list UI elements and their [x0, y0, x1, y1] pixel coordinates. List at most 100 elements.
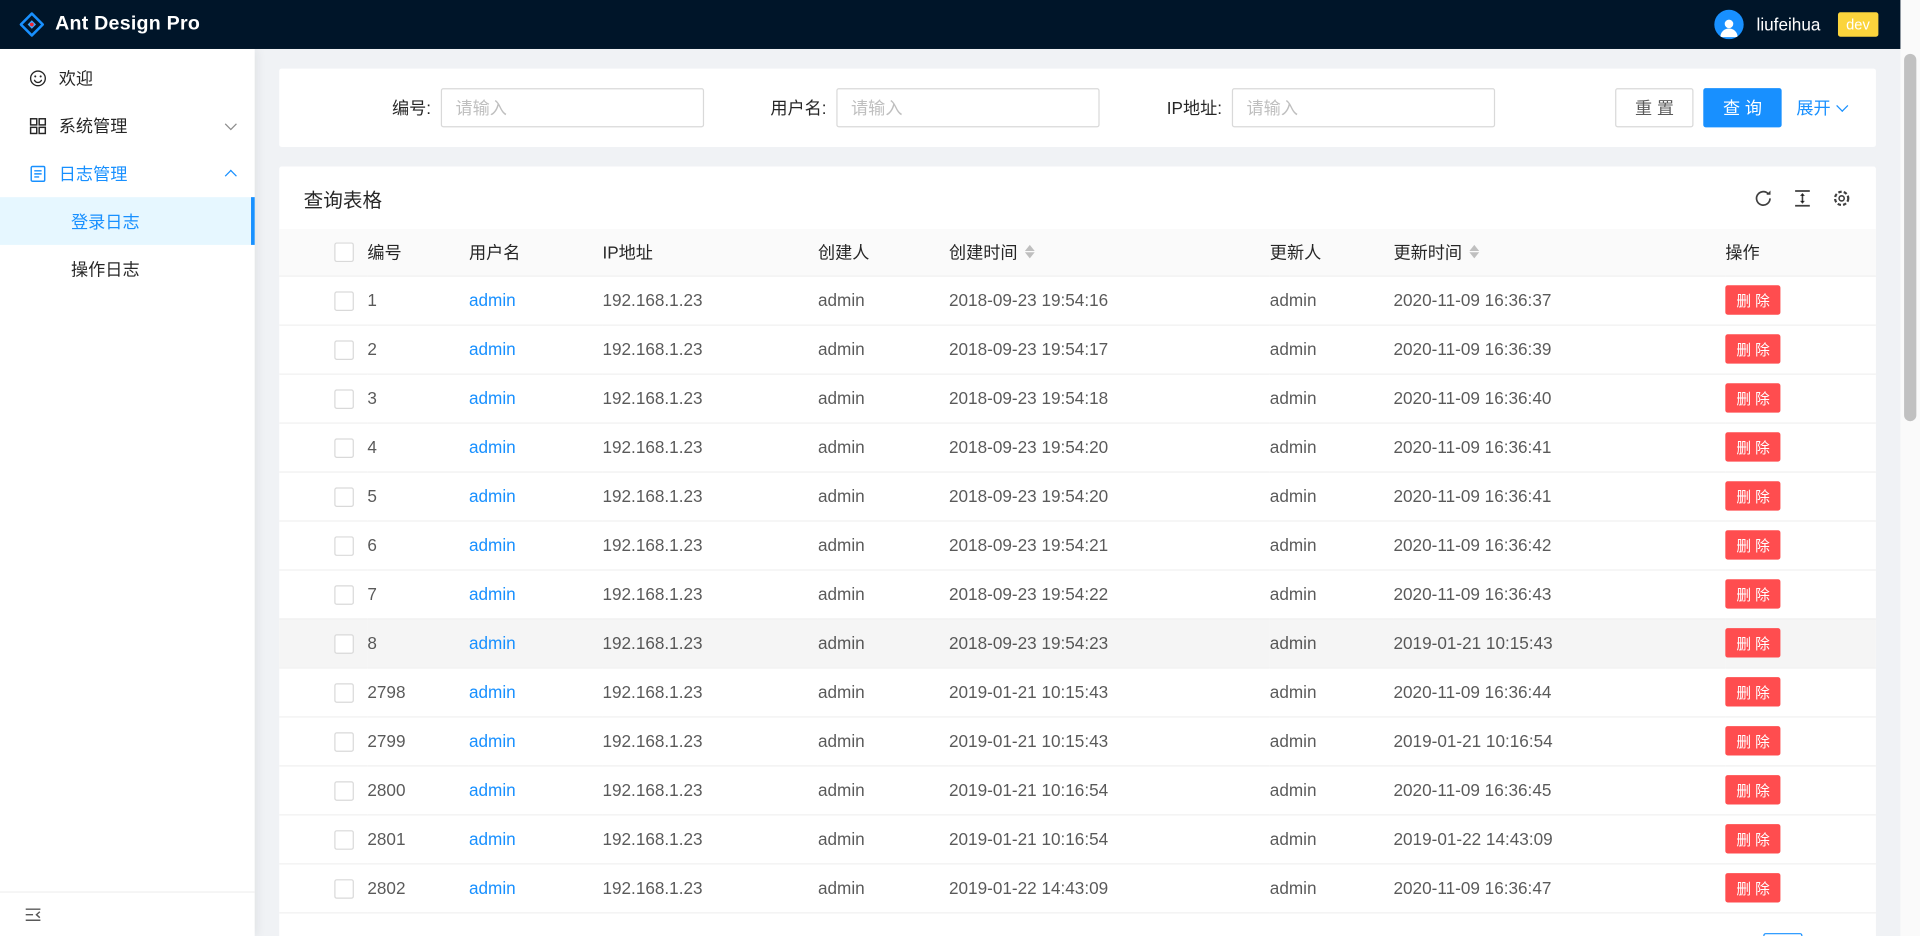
username-link[interactable]: admin [469, 339, 516, 359]
username-link[interactable]: admin [469, 878, 516, 898]
column-header-creator: 创建人 [818, 229, 949, 276]
cell-ip: 192.168.1.23 [602, 276, 818, 325]
column-height-icon[interactable] [1793, 188, 1813, 208]
user-avatar[interactable] [1715, 10, 1744, 39]
cell-creator: admin [818, 716, 949, 765]
ip-input[interactable] [1232, 88, 1495, 127]
cell-creator: admin [818, 667, 949, 716]
delete-button[interactable]: 删 除 [1725, 628, 1781, 657]
page-1-button[interactable]: 1 [1763, 932, 1802, 936]
delete-button[interactable]: 删 除 [1725, 824, 1781, 853]
app-logo[interactable]: Ant Design Pro [18, 11, 200, 38]
sorter-updated[interactable]: 更新时间 [1393, 240, 1479, 264]
row-checkbox[interactable] [334, 340, 354, 360]
row-checkbox[interactable] [334, 438, 354, 458]
scrollbar-thumb[interactable] [1904, 54, 1916, 421]
delete-button[interactable]: 删 除 [1725, 677, 1781, 706]
sidebar-collapse-trigger[interactable] [0, 891, 255, 936]
username-link[interactable]: admin [469, 731, 516, 751]
delete-button[interactable]: 删 除 [1725, 432, 1781, 461]
delete-button[interactable]: 删 除 [1725, 726, 1781, 755]
sidebar-item-system-mgmt[interactable]: 系统管理 [0, 102, 255, 150]
row-checkbox[interactable] [334, 781, 354, 801]
cell-id: 2802 [367, 863, 469, 912]
ant-design-logo-icon [18, 11, 45, 38]
cell-id: 2800 [367, 765, 469, 814]
expand-link[interactable]: 展开 [1796, 96, 1846, 120]
cell-creator: admin [818, 520, 949, 569]
cell-id: 4 [367, 422, 469, 471]
select-all-checkbox[interactable] [334, 243, 354, 263]
cell-ip: 192.168.1.23 [602, 716, 818, 765]
sorter-created[interactable]: 创建时间 [949, 240, 1035, 264]
field-label: 用户名: [704, 96, 826, 120]
field-label: IP地址: [1100, 96, 1222, 120]
delete-button[interactable]: 删 除 [1725, 873, 1781, 902]
cell-updated-time: 2020-11-09 16:36:45 [1393, 765, 1725, 814]
row-checkbox[interactable] [334, 291, 354, 311]
sidebar: 欢迎 系统管理 日志管理 [0, 49, 255, 936]
env-tag: dev [1838, 12, 1879, 36]
delete-button[interactable]: 删 除 [1725, 334, 1781, 363]
sidebar-item-welcome[interactable]: 欢迎 [0, 54, 255, 102]
column-header-id: 编号 [367, 229, 469, 276]
row-checkbox[interactable] [334, 585, 354, 605]
username-link[interactable]: admin [469, 829, 516, 849]
sidebar-item-op-log[interactable]: 操作日志 [0, 245, 255, 293]
row-checkbox[interactable] [334, 634, 354, 654]
delete-button[interactable]: 删 除 [1725, 481, 1781, 510]
id-input[interactable] [441, 88, 704, 127]
column-header-username: 用户名 [469, 229, 602, 276]
sidebar-item-log-mgmt[interactable]: 日志管理 [0, 149, 255, 197]
query-button[interactable]: 查 询 [1703, 88, 1781, 127]
cell-created-time: 2019-01-21 10:16:54 [949, 765, 1270, 814]
sidebar-item-login-log[interactable]: 登录日志 [0, 197, 255, 245]
username-link[interactable]: admin [469, 290, 516, 310]
row-checkbox[interactable] [334, 732, 354, 752]
table-row: 1 admin 192.168.1.23 admin 2018-09-23 19… [279, 276, 1876, 325]
data-table: 编号 用户名 IP地址 创建人 创建时间 更新人 [279, 229, 1876, 913]
delete-button[interactable]: 删 除 [1725, 775, 1781, 804]
cell-ip: 192.168.1.23 [602, 863, 818, 912]
delete-button[interactable]: 删 除 [1725, 285, 1781, 314]
row-checkbox[interactable] [334, 487, 354, 507]
cell-id: 8 [367, 618, 469, 667]
form-field-id: 编号: [309, 88, 705, 127]
reset-button[interactable]: 重 置 [1615, 88, 1693, 127]
row-checkbox[interactable] [334, 389, 354, 409]
cell-updated-time: 2020-11-09 16:36:41 [1393, 471, 1725, 520]
delete-button[interactable]: 删 除 [1725, 579, 1781, 608]
reload-icon[interactable] [1753, 188, 1773, 208]
username-link[interactable]: admin [469, 535, 516, 555]
username-label[interactable]: liufeihua [1757, 15, 1821, 35]
row-checkbox[interactable] [334, 536, 354, 556]
cell-creator: admin [818, 618, 949, 667]
row-checkbox[interactable] [334, 879, 354, 899]
smile-icon [29, 69, 46, 86]
username-link[interactable]: admin [469, 437, 516, 457]
username-link[interactable]: admin [469, 486, 516, 506]
app-root: Ant Design Pro liufeihua dev [0, 0, 1920, 936]
cell-updated-time: 2020-11-09 16:36:40 [1393, 373, 1725, 422]
username-link[interactable]: admin [469, 584, 516, 604]
delete-button[interactable]: 删 除 [1725, 383, 1781, 412]
next-page-button[interactable]: › [1812, 932, 1851, 936]
username-link[interactable]: admin [469, 388, 516, 408]
username-link[interactable]: admin [469, 633, 516, 653]
search-actions: 重 置 查 询 展开 [1615, 88, 1846, 127]
form-field-username: 用户名: [704, 88, 1100, 127]
settings-gear-icon[interactable] [1832, 188, 1852, 208]
cell-created-time: 2018-09-23 19:54:17 [949, 324, 1270, 373]
cell-updater: admin [1270, 765, 1394, 814]
cell-created-time: 2018-09-23 19:54:20 [949, 471, 1270, 520]
cell-updated-time: 2020-11-09 16:36:39 [1393, 324, 1725, 373]
cell-id: 6 [367, 520, 469, 569]
column-header-ip: IP地址 [602, 229, 818, 276]
username-input[interactable] [836, 88, 1099, 127]
row-checkbox[interactable] [334, 683, 354, 703]
row-checkbox[interactable] [334, 830, 354, 850]
prev-page-button[interactable]: ‹ [1714, 932, 1753, 936]
delete-button[interactable]: 删 除 [1725, 530, 1781, 559]
username-link[interactable]: admin [469, 682, 516, 702]
username-link[interactable]: admin [469, 780, 516, 800]
